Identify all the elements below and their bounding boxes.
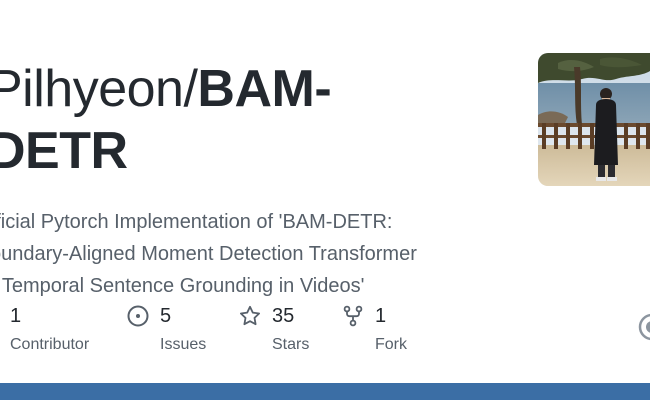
owner-avatar[interactable]	[538, 53, 650, 186]
contributors-count: 1	[10, 305, 22, 327]
language-color-bar	[0, 383, 650, 400]
repo-title-line-1: Pilhyeon/BAM-	[0, 58, 468, 120]
stars-count: 35	[272, 305, 295, 327]
issues-label: Issues	[160, 336, 207, 353]
github-mark-icon	[638, 312, 650, 342]
repo-name-part-2: DETR	[0, 122, 128, 180]
people-icon	[0, 305, 2, 327]
description-line: fficial Pytorch Implementation of 'BAM-D…	[0, 211, 393, 233]
description-line: r Temporal Sentence Grounding in Videos'	[0, 275, 365, 297]
repo-description: fficial Pytorch Implementation of 'BAM-D…	[0, 206, 490, 302]
repo-social-card: Pilhyeon/BAM- DETR fficial Pytorch Imple…	[0, 0, 650, 400]
stars-label: Stars	[272, 336, 310, 353]
repo-owner: Pilhyeon/	[0, 60, 198, 118]
issues-count: 5	[160, 305, 172, 327]
forks-count: 1	[375, 305, 387, 327]
repo-forked-icon	[342, 305, 364, 327]
owner-avatar-photo	[538, 53, 650, 186]
issue-opened-icon	[127, 305, 149, 327]
contributors-label: Contributor	[10, 336, 90, 353]
repo-name-part-1: BAM-	[197, 60, 332, 118]
forks-label: Fork	[375, 336, 407, 353]
star-icon	[239, 305, 261, 327]
repo-title[interactable]: Pilhyeon/BAM- DETR	[0, 58, 468, 182]
description-line: oundary-Aligned Moment Detection Transfo…	[0, 243, 417, 265]
